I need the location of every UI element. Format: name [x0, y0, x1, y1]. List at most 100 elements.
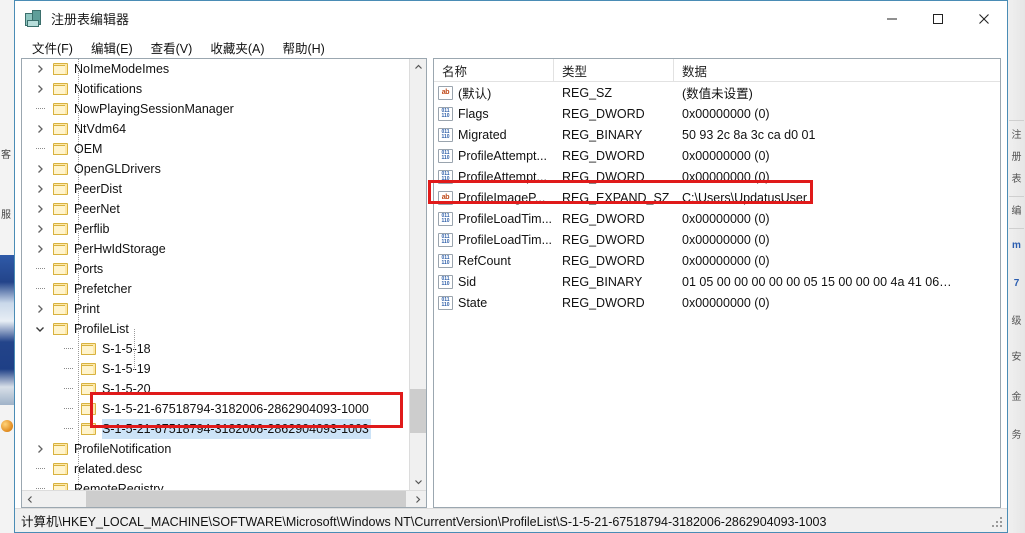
tree-item-ntvdm64[interactable]: NtVdm64 — [22, 119, 409, 139]
chevron-down-icon[interactable] — [32, 319, 48, 339]
background-left-strip: 客 服 — [0, 0, 14, 533]
value-row[interactable]: 011 110 Flags REG_DWORD 0x00000000 (0) — [434, 103, 1000, 124]
registry-editor-icon — [23, 9, 43, 29]
value-data-cell: 01 05 00 00 00 00 00 05 15 00 00 00 4a 4… — [682, 274, 952, 289]
tree-connector — [32, 479, 48, 490]
tree-item-opengldrivers[interactable]: OpenGLDrivers — [22, 159, 409, 179]
string-value-icon: ab — [438, 85, 453, 100]
tree-item-oem[interactable]: OEM — [22, 139, 409, 159]
values-column-header: 名称 类型 数据 — [434, 59, 1000, 82]
tree-hscrollbar-thumb[interactable] — [86, 491, 406, 507]
column-header-data[interactable]: 数据 — [674, 59, 1000, 81]
folder-icon — [81, 362, 97, 376]
value-row[interactable]: 011 110 ProfileLoadTim... REG_DWORD 0x000000… — [434, 208, 1000, 229]
tree-item-remoteregistry[interactable]: RemoteRegistry — [22, 479, 409, 490]
column-header-name[interactable]: 名称 — [434, 59, 554, 81]
value-row[interactable]: 011 110 State REG_DWORD 0x00000000 (0) — [434, 292, 1000, 313]
tree-item-s-1-5-21-67518794-3182006-2862904093-1003[interactable]: S-1-5-21-67518794-3182006-2862904093-100… — [22, 419, 409, 439]
value-row[interactable]: ab (默认) REG_SZ (数值未设置) — [434, 82, 1000, 103]
folder-icon — [53, 182, 69, 196]
chevron-right-icon[interactable] — [32, 159, 48, 179]
tree-item-print[interactable]: Print — [22, 299, 409, 319]
binary-value-icon: 011 110 — [438, 148, 453, 163]
value-name-label: Migrated — [458, 127, 507, 142]
tree-item-profilenotification[interactable]: ProfileNotification — [22, 439, 409, 459]
menu-view[interactable]: 查看(V) — [142, 36, 202, 59]
binary-value-icon: 011 110 — [438, 295, 453, 310]
tree-scrollbar-thumb[interactable] — [410, 389, 426, 433]
folder-icon — [81, 342, 97, 356]
registry-values-pane[interactable]: 名称 类型 数据 ab (默认) REG_SZ (数值未设置) 011 110 Flags R… — [433, 58, 1001, 508]
value-type-cell: REG_BINARY — [562, 274, 643, 289]
menu-edit[interactable]: 编辑(E) — [82, 36, 142, 59]
tree-item-label: OpenGLDrivers — [74, 162, 161, 176]
value-row[interactable]: 011 110 Sid REG_BINARY 01 05 00 00 00 00 00 … — [434, 271, 1000, 292]
value-row[interactable]: 011 110 ProfileAttempt... REG_DWORD 0x000000… — [434, 166, 1000, 187]
tree-item-perflib[interactable]: Perflib — [22, 219, 409, 239]
tree-item-label: S-1-5-18 — [102, 342, 151, 356]
tree-item-prefetcher[interactable]: Prefetcher — [22, 279, 409, 299]
chevron-right-icon[interactable] — [32, 299, 48, 319]
chevron-right-icon[interactable] — [32, 59, 48, 79]
folder-icon — [53, 122, 69, 136]
tree-item-s-1-5-18[interactable]: S-1-5-18 — [22, 339, 409, 359]
value-type-cell: REG_SZ — [562, 85, 613, 100]
background-right-glyph-9: 金 — [1011, 392, 1022, 403]
background-right-glyph-10: 务 — [1011, 430, 1022, 441]
value-row[interactable]: ab ProfileImageP... REG_EXPAND_SZ C:\Users\… — [434, 187, 1000, 208]
chevron-right-icon[interactable] — [32, 79, 48, 99]
minimize-icon — [887, 18, 897, 19]
tree-scroll-right-button[interactable] — [409, 491, 426, 507]
column-header-type[interactable]: 类型 — [554, 59, 674, 81]
tree-scroll-up-button[interactable] — [410, 59, 426, 76]
tree-vertical-scrollbar[interactable] — [409, 59, 426, 490]
tree-horizontal-scrollbar[interactable] — [22, 490, 426, 507]
close-button[interactable] — [961, 1, 1007, 36]
menu-file[interactable]: 文件(F) — [23, 36, 82, 59]
tree-item-perhwidstorage[interactable]: PerHwIdStorage — [22, 239, 409, 259]
background-right-glyph-4: 编 — [1011, 206, 1022, 217]
menu-favorites[interactable]: 收藏夹(A) — [201, 36, 273, 59]
value-row[interactable]: 011 110 ProfileAttempt... REG_DWORD 0x000000… — [434, 145, 1000, 166]
value-row[interactable]: 011 110 ProfileLoadTim... REG_DWORD 0x000000… — [434, 229, 1000, 250]
tree-scroll-left-button[interactable] — [22, 491, 39, 507]
registry-key-tree-pane[interactable]: NoImeModeImes Notifications NowPlayingSess… — [21, 58, 427, 508]
background-right-glyph-6: 7 — [1013, 278, 1020, 289]
chevron-right-icon[interactable] — [32, 119, 48, 139]
tree-scroll-down-button[interactable] — [410, 473, 426, 490]
chevron-right-icon[interactable] — [32, 439, 48, 459]
resize-grip[interactable] — [992, 517, 1004, 529]
title-bar[interactable]: 注册表编辑器 — [15, 1, 1007, 36]
value-row[interactable]: 011 110 RefCount REG_DWORD 0x00000000 (0) — [434, 250, 1000, 271]
value-type-cell: REG_DWORD — [562, 295, 645, 310]
chevron-right-icon[interactable] — [32, 199, 48, 219]
tree-guide-line-1 — [134, 329, 136, 370]
tree-item-ports[interactable]: Ports — [22, 259, 409, 279]
tree-item-s-1-5-19[interactable]: S-1-5-19 — [22, 359, 409, 379]
minimize-button[interactable] — [869, 1, 915, 36]
tree-item-label: RemoteRegistry — [74, 482, 164, 490]
maximize-button[interactable] — [915, 1, 961, 36]
tree-item-related-desc[interactable]: related.desc — [22, 459, 409, 479]
tree-item-notifications[interactable]: Notifications — [22, 79, 409, 99]
tree-item-profilelist[interactable]: ProfileList — [22, 319, 409, 339]
value-row[interactable]: 011 110 Migrated REG_BINARY 50 93 2c 8a 3c c… — [434, 124, 1000, 145]
chevron-right-icon[interactable] — [32, 179, 48, 199]
tree-item-peernet[interactable]: PeerNet — [22, 199, 409, 219]
tree-item-nowplayingsessionmanager[interactable]: NowPlayingSessionManager — [22, 99, 409, 119]
chevron-right-icon[interactable] — [32, 239, 48, 259]
tree-connector — [32, 99, 48, 119]
folder-icon — [53, 442, 69, 456]
tree-item-label: PerHwIdStorage — [74, 242, 166, 256]
tree-item-s-1-5-21-67518794-3182006-2862904093-1000[interactable]: S-1-5-21-67518794-3182006-2862904093-100… — [22, 399, 409, 419]
tree-item-peerdist[interactable]: PeerDist — [22, 179, 409, 199]
binary-value-icon: 011 110 — [438, 211, 453, 226]
tree-item-noimemodeimes[interactable]: NoImeModeImes — [22, 59, 409, 79]
folder-icon — [53, 202, 69, 216]
tree-item-s-1-5-20[interactable]: S-1-5-20 — [22, 379, 409, 399]
chevron-right-icon[interactable] — [32, 219, 48, 239]
menu-help[interactable]: 帮助(H) — [273, 36, 333, 59]
